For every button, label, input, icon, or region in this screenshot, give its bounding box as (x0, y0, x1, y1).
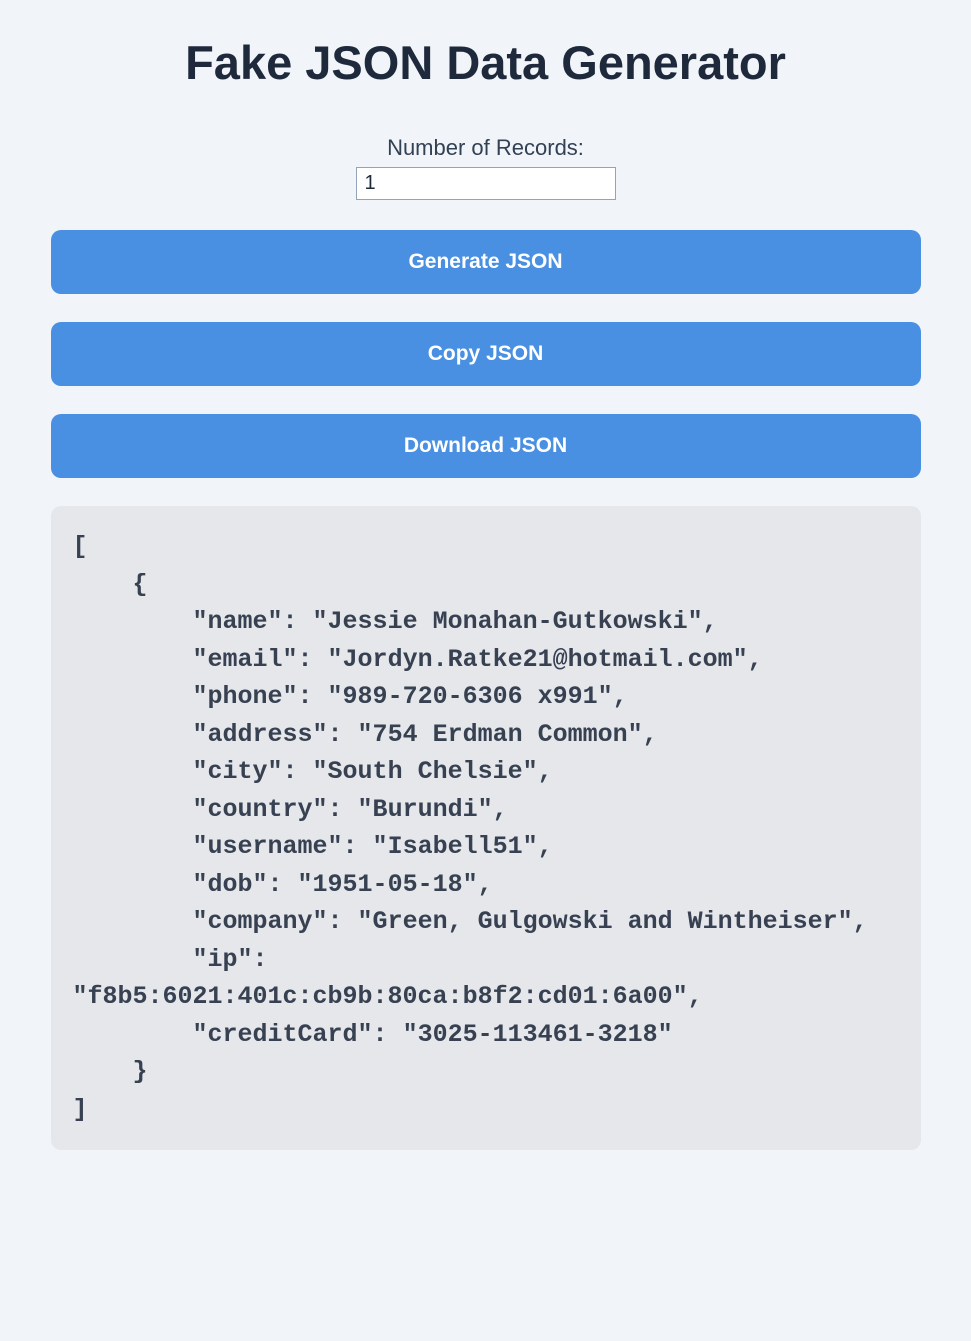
records-input-section: Number of Records: (51, 135, 921, 200)
page-title: Fake JSON Data Generator (51, 35, 921, 90)
records-input[interactable] (356, 167, 616, 200)
download-button[interactable]: Download JSON (51, 414, 921, 478)
records-label: Number of Records: (51, 135, 921, 161)
copy-button[interactable]: Copy JSON (51, 322, 921, 386)
json-output-box: [ { "name": "Jessie Monahan-Gutkowski", … (51, 506, 921, 1150)
json-output: [ { "name": "Jessie Monahan-Gutkowski", … (73, 528, 899, 1128)
generate-button[interactable]: Generate JSON (51, 230, 921, 294)
